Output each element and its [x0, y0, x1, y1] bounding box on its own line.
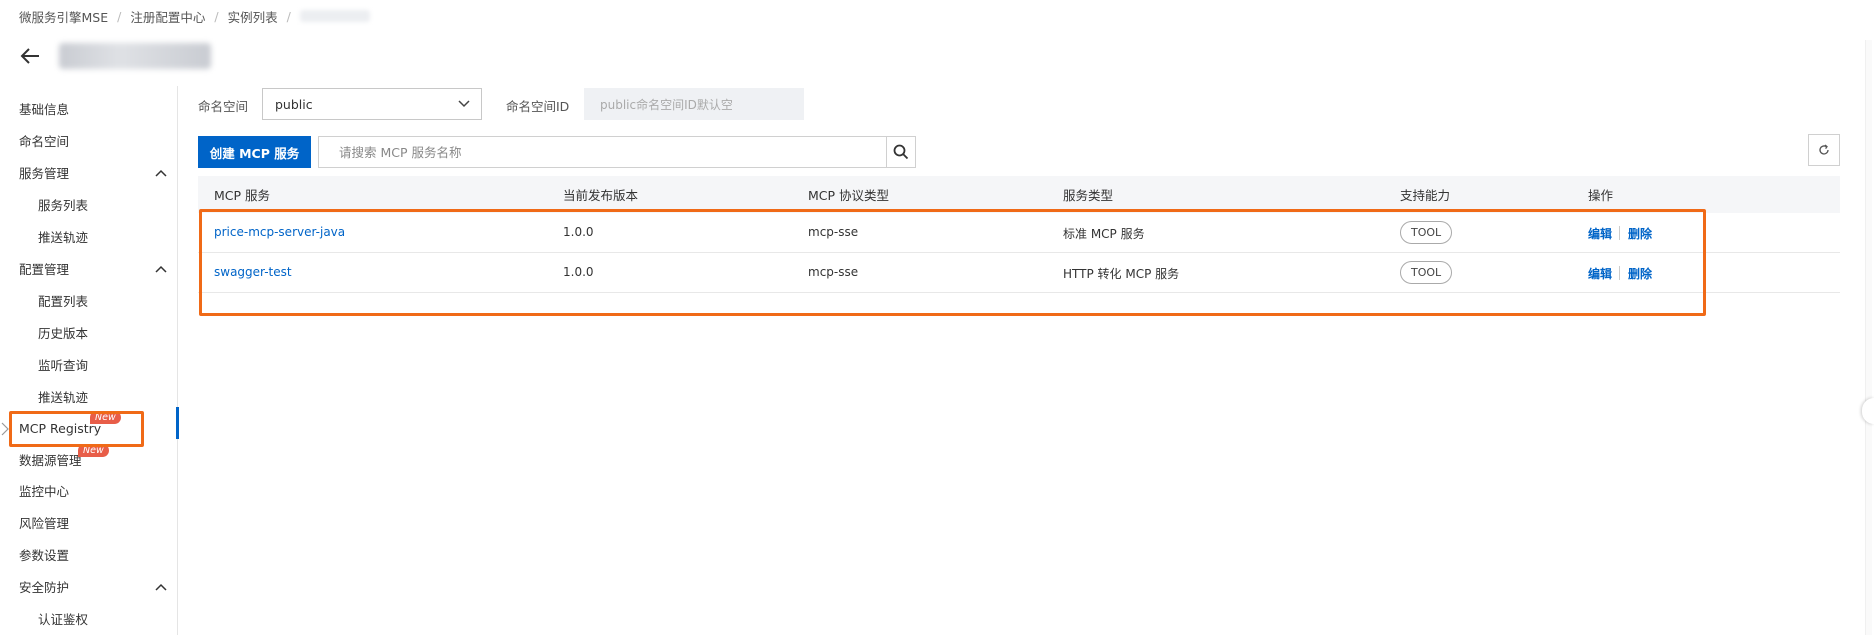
- sidebar-item-history-version[interactable]: 历史版本: [38, 321, 88, 343]
- sidebar-item-parameters[interactable]: 参数设置: [19, 543, 69, 565]
- sidebar-item-config-management[interactable]: 配置管理: [19, 257, 69, 279]
- chevron-up-icon[interactable]: [153, 580, 169, 594]
- sidebar-item-monitoring[interactable]: 监控中心: [19, 479, 69, 501]
- sidebar-item-security[interactable]: 安全防护: [19, 575, 69, 597]
- breadcrumb-item-redacted: [299, 10, 370, 22]
- column-header-type: 服务类型: [1063, 188, 1114, 203]
- namespace-label: 命名空间: [198, 98, 249, 114]
- sidebar-item-listener-query[interactable]: 监听查询: [38, 353, 88, 375]
- breadcrumb-item-mse[interactable]: 微服务引擎MSE: [19, 7, 108, 26]
- namespace-id-placeholder: public命名空间ID默认空: [600, 97, 733, 112]
- chevron-up-icon[interactable]: [153, 262, 169, 276]
- page-title-redacted: [59, 43, 211, 69]
- sidebar-item-basic-info[interactable]: 基础信息: [19, 97, 69, 119]
- table-header: MCP 服务 当前发布版本 MCP 协议类型 服务类型 支持能力 操作: [198, 176, 1840, 213]
- sidebar-active-indicator: [176, 407, 179, 439]
- sidebar-item-auth[interactable]: 认证鉴权: [38, 607, 88, 629]
- breadcrumb-separator: /: [117, 8, 122, 24]
- sidebar-item-service-list[interactable]: 服务列表: [38, 193, 88, 215]
- breadcrumb-separator: /: [286, 8, 291, 24]
- highlight-box-sidebar: [9, 411, 144, 447]
- side-panel-handle[interactable]: [1862, 398, 1874, 424]
- sidebar-item-config-list[interactable]: 配置列表: [38, 289, 88, 311]
- page-header: [17, 40, 211, 72]
- refresh-button[interactable]: [1808, 134, 1840, 166]
- sidebar-item-push-trace[interactable]: 推送轨迹: [38, 225, 88, 247]
- sidebar-item-config-push-trace[interactable]: 推送轨迹: [38, 385, 88, 407]
- namespace-id-field: public命名空间ID默认空: [584, 88, 804, 120]
- sidebar-item-namespace[interactable]: 命名空间: [19, 129, 69, 151]
- collapse-arrow-icon[interactable]: [0, 419, 10, 439]
- column-header-capability: 支持能力: [1400, 188, 1451, 203]
- column-header-service: MCP 服务: [214, 188, 271, 203]
- column-header-version: 当前发布版本: [563, 188, 639, 203]
- create-mcp-service-button[interactable]: 创建 MCP 服务: [198, 136, 311, 168]
- sidebar: 基础信息 命名空间 服务管理 服务列表 推送轨迹 配置管理 配置列表 历史版本 …: [0, 86, 178, 635]
- sidebar-item-datasource-management[interactable]: 数据源管理: [19, 448, 82, 470]
- column-header-protocol: MCP 协议类型: [808, 188, 890, 203]
- search-button[interactable]: [886, 136, 916, 168]
- namespace-id-label: 命名空间ID: [506, 98, 570, 114]
- refresh-icon: [1819, 144, 1829, 155]
- breadcrumb-separator: /: [214, 8, 219, 24]
- sidebar-item-service-management[interactable]: 服务管理: [19, 161, 69, 183]
- scrollbar[interactable]: [1865, 40, 1872, 635]
- chevron-down-icon: [458, 100, 470, 108]
- chevron-up-icon[interactable]: [153, 166, 169, 180]
- search-input[interactable]: [318, 136, 886, 168]
- sidebar-item-risk-management[interactable]: 风险管理: [19, 511, 69, 533]
- breadcrumb: 微服务引擎MSE / 注册配置中心 / 实例列表 /: [19, 6, 370, 26]
- breadcrumb-item-instances[interactable]: 实例列表: [228, 7, 278, 26]
- breadcrumb-item-registry[interactable]: 注册配置中心: [130, 7, 205, 26]
- column-header-actions: 操作: [1588, 188, 1614, 203]
- search-icon: [893, 144, 909, 160]
- back-arrow-icon[interactable]: [17, 43, 43, 69]
- namespace-select[interactable]: public: [262, 88, 482, 120]
- highlight-box-table: [199, 209, 1706, 316]
- namespace-select-value: public: [275, 96, 313, 112]
